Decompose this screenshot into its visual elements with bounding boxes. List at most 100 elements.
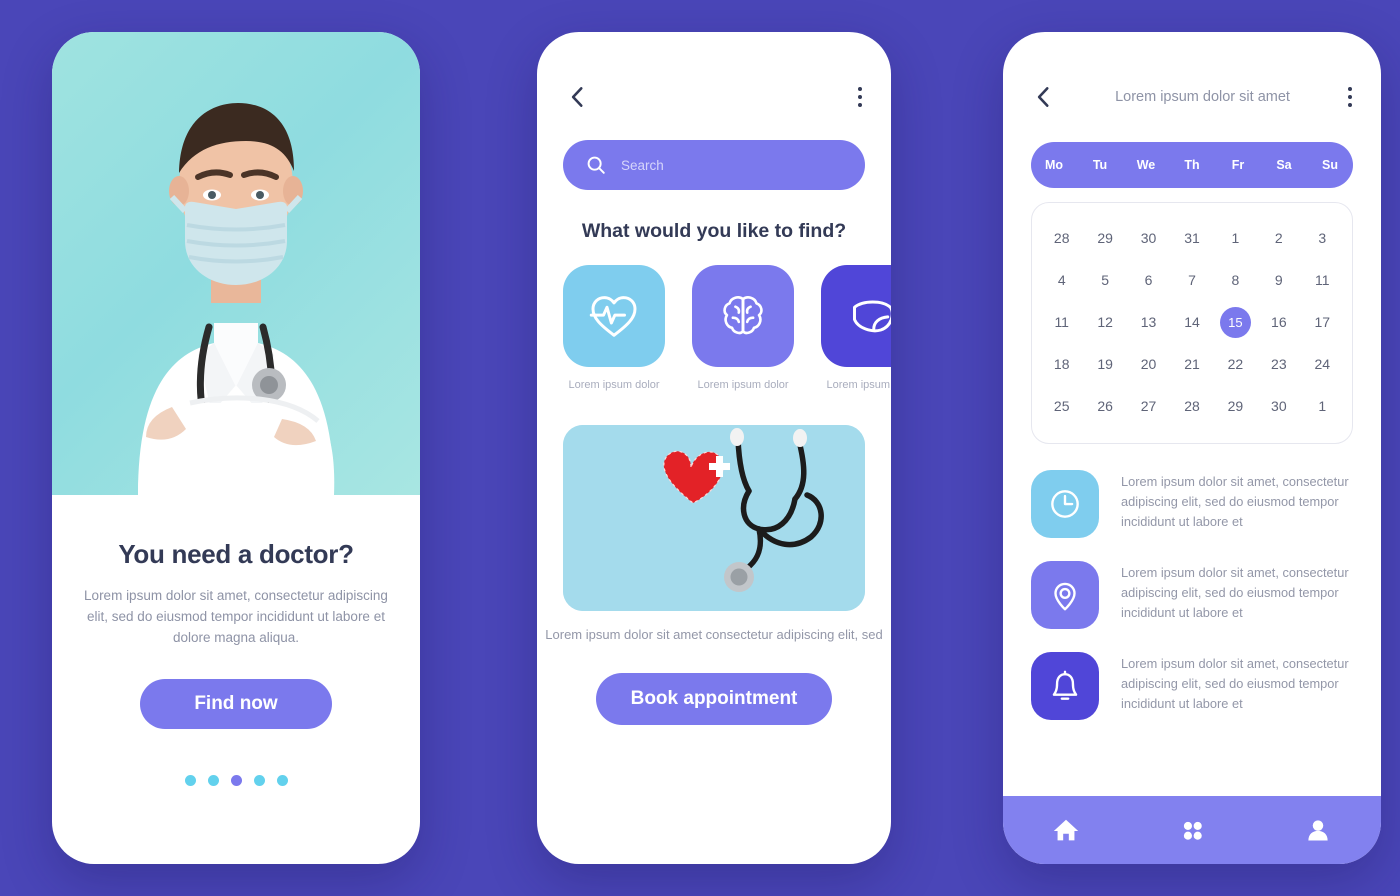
calendar-day[interactable]: 1 [1214,217,1257,259]
calendar-day-selected[interactable]: 15 [1214,301,1257,343]
kebab-menu-icon[interactable] [858,87,863,107]
category-label: Lorem ipsum dolor [568,379,660,391]
pagination-dot[interactable] [207,774,219,786]
find-now-button[interactable]: Find now [140,678,332,729]
calendar-day[interactable]: 9 [1257,259,1300,301]
phone-screen-search: Search What would you like to find? Lore… [537,32,891,864]
calendar-day[interactable]: 6 [1127,259,1170,301]
calendar-day[interactable]: 1 [1301,385,1344,427]
search-input[interactable]: Search [563,140,865,190]
calendar-day[interactable]: 30 [1257,385,1300,427]
liver-icon [853,300,891,333]
pagination-dot-active[interactable] [230,774,242,786]
search-icon [587,156,605,174]
page-title: You need a doctor? [118,539,354,569]
pagination-dot[interactable] [253,774,265,786]
calendar-day[interactable]: 19 [1083,343,1126,385]
person-icon [1308,820,1328,841]
pagination-dots[interactable] [82,774,390,786]
list-item-text: Lorem ipsum dolor sit amet, consectetur … [1121,565,1349,621]
list-item: Lorem ipsum dolor sit amet, consectetur … [1031,561,1353,629]
onboarding-copy: You need a doctor? Lorem ipsum dolor sit… [52,495,420,786]
calendar-day[interactable]: 13 [1127,301,1170,343]
calendar-day[interactable]: 24 [1301,343,1344,385]
category-tile-brain[interactable]: Lorem ipsum dolor [692,265,794,391]
category-label: Lorem ipsum dolor [697,379,789,391]
category-tiles: Lorem ipsum dolor Lorem ipsum dolor Lore… [537,265,891,391]
calendar-day[interactable]: 21 [1170,343,1213,385]
weekday-label: Tu [1092,158,1108,172]
calendar-day[interactable]: 23 [1257,343,1300,385]
calendar-day[interactable]: 12 [1083,301,1126,343]
weekday-label: Sa [1276,158,1292,172]
promo-caption: Lorem ipsum dolor sit amet consectetur a… [545,627,883,642]
nav-item-profile[interactable] [1255,816,1381,844]
chevron-left-icon[interactable] [1031,84,1057,110]
location-pin-icon[interactable] [1031,561,1099,629]
calendar-day[interactable]: 30 [1127,217,1170,259]
page-subtitle: Lorem ipsum dolor sit amet, consectetur … [84,588,388,645]
calendar-day[interactable]: 29 [1214,385,1257,427]
brain-icon [723,296,763,335]
calendar-day[interactable]: 18 [1040,343,1083,385]
calendar-day[interactable]: 26 [1083,385,1126,427]
page-title: Lorem ipsum dolor sit amet [1115,89,1290,105]
calendar-day[interactable]: 17 [1301,301,1344,343]
pagination-dot[interactable] [184,774,196,786]
calendar-day[interactable]: 3 [1301,217,1344,259]
weekday-label: We [1136,158,1156,172]
search-placeholder: Search [621,157,664,173]
calendar-day[interactable]: 11 [1301,259,1344,301]
calendar-day-selected-label: 15 [1219,306,1251,338]
calendar-week-row: 18 19 20 21 22 23 24 [1040,343,1344,385]
calendar-day[interactable]: 7 [1170,259,1213,301]
category-tile-heart[interactable]: Lorem ipsum dolor [563,265,665,391]
calendar-day[interactable]: 16 [1257,301,1300,343]
weekday-label: Mo [1044,158,1064,172]
calendar-week-row: 25 26 27 28 29 30 1 [1040,385,1344,427]
kebab-menu-icon[interactable] [1348,87,1353,107]
promo-illustration [563,425,865,611]
calendar-grid: 28 29 30 31 1 2 3 4 5 6 7 8 9 11 11 12 1… [1031,202,1353,444]
calendar-day[interactable]: 28 [1040,217,1083,259]
bell-icon[interactable] [1031,652,1099,720]
phone-screen-onboarding: You need a doctor? Lorem ipsum dolor sit… [52,32,420,864]
poster-canvas: You need a doctor? Lorem ipsum dolor sit… [0,0,1400,896]
hero-image-doctor [52,32,420,495]
promo-image-stethoscope-heart[interactable] [563,425,865,611]
screen2-header [537,32,891,110]
screen3-header: Lorem ipsum dolor sit amet [1003,32,1381,110]
heart-pulse-icon [589,296,637,337]
pagination-dot[interactable] [276,774,288,786]
calendar-day[interactable]: 11 [1040,301,1083,343]
calendar-day[interactable]: 27 [1127,385,1170,427]
calendar-week-row: 4 5 6 7 8 9 11 [1040,259,1344,301]
calendar-day[interactable]: 31 [1170,217,1213,259]
home-icon [1053,819,1079,841]
list-item-text: Lorem ipsum dolor sit amet, consectetur … [1121,656,1349,712]
feature-list: Lorem ipsum dolor sit amet, consectetur … [1031,470,1353,720]
calendar-day[interactable]: 22 [1214,343,1257,385]
calendar-day[interactable]: 5 [1083,259,1126,301]
calendar-day[interactable]: 8 [1214,259,1257,301]
calendar-day[interactable]: 20 [1127,343,1170,385]
calendar-day[interactable]: 2 [1257,217,1300,259]
calendar-day[interactable]: 28 [1170,385,1213,427]
chevron-left-icon[interactable] [565,84,591,110]
nav-item-home[interactable] [1003,815,1129,845]
bottom-navigation [1003,796,1381,864]
calendar-day[interactable]: 29 [1083,217,1126,259]
weekday-label: Su [1322,158,1338,172]
category-tile-liver[interactable]: Lorem ipsum dolor [821,265,891,391]
book-appointment-button[interactable]: Book appointment [596,672,832,725]
calendar-day[interactable]: 25 [1040,385,1083,427]
clock-icon[interactable] [1031,470,1099,538]
category-label: Lorem ipsum dolor [826,379,891,391]
nav-item-grid[interactable] [1129,817,1255,843]
calendar-week-row: 28 29 30 31 1 2 3 [1040,217,1344,259]
calendar-day[interactable]: 14 [1170,301,1213,343]
list-item: Lorem ipsum dolor sit amet, consectetur … [1031,470,1353,538]
calendar-week-row: 11 12 13 14 15 16 17 [1040,301,1344,343]
phone-screen-calendar: Lorem ipsum dolor sit amet Mo Tu We Th F… [1003,32,1381,864]
calendar-day[interactable]: 4 [1040,259,1083,301]
